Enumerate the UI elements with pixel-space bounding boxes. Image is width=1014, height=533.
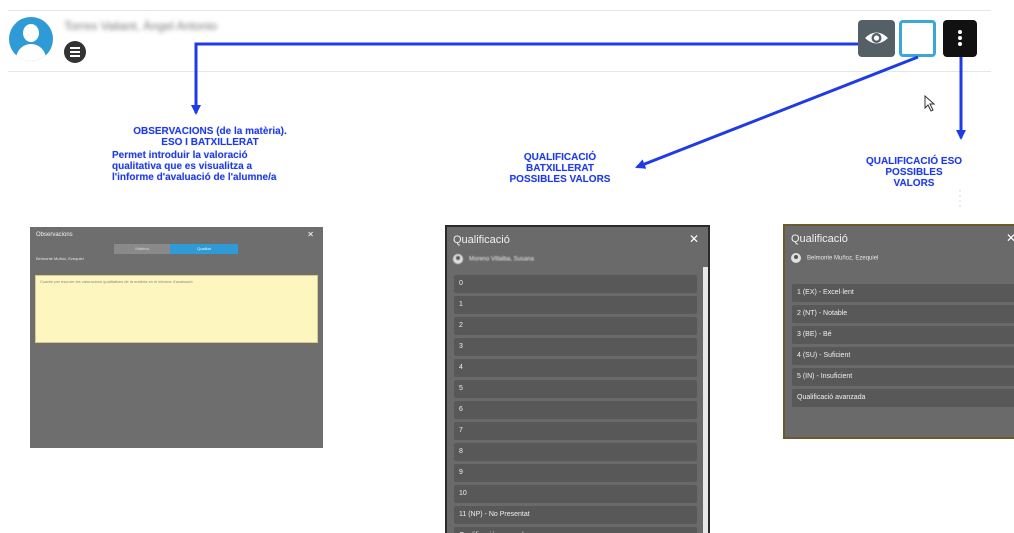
eso-student-name: Belmonte Muñoz, Ezequiel (807, 255, 879, 262)
batxillerat-qualification-dialog: Qualificació ✕ Moreno Villalba, Susana 0… (445, 225, 710, 533)
qualification-option[interactable]: 2 (454, 317, 697, 335)
user-icon (791, 253, 801, 263)
eso-qualification-dialog: Qualificació ✕ Belmonte Muñoz, Ezequiel … (783, 224, 1014, 439)
arrow-observacions (191, 42, 858, 115)
qualification-option[interactable]: 0 (454, 275, 697, 293)
qualification-option[interactable]: 10 (454, 485, 697, 503)
qualification-option[interactable]: 1 (EX) - Excel·lent (792, 284, 1014, 302)
close-icon[interactable]: ✕ (307, 230, 314, 239)
mouse-cursor-icon (924, 94, 936, 112)
qualification-option[interactable]: 9 (454, 464, 697, 482)
qualification-option[interactable]: 3 (454, 338, 697, 356)
close-icon[interactable]: ✕ (689, 232, 699, 246)
batxillerat-options-list: 0 1 2 3 4 5 6 7 8 9 10 11 (NP) - No Presentat Qualif… (454, 275, 697, 533)
qualification-option[interactable]: 8 (454, 443, 697, 461)
eso-student: Belmonte Muñoz, Ezequiel (791, 253, 878, 263)
annotation-eso: QUALIFICACIÓ ESO POSSIBLES VALORS (865, 156, 963, 189)
observations-textarea[interactable]: Cuadre per escrure les valoracions quali… (35, 275, 318, 343)
qualification-option[interactable]: 5 (454, 380, 697, 398)
scrollbar[interactable] (703, 267, 708, 533)
qualification-option[interactable]: 6 (454, 401, 697, 419)
tab-qualitat[interactable]: Qualitat (170, 244, 238, 254)
qualification-option[interactable]: 1 (454, 296, 697, 314)
tab-materia[interactable]: Matèria (114, 244, 170, 254)
qualification-option[interactable]: 11 (NP) - No Presentat (454, 506, 697, 524)
batxillerat-dialog-title: Qualificació (453, 234, 510, 246)
qualification-option[interactable]: Qualificació avanzada (454, 527, 697, 533)
close-icon[interactable]: ✕ (1006, 231, 1014, 245)
qualification-option[interactable]: Qualificació avanzada (792, 389, 1014, 407)
qualification-option[interactable]: 7 (454, 422, 697, 440)
annotation-observacions-description: Permet introduir la valoració qualitativ… (112, 150, 277, 183)
user-icon (453, 254, 463, 264)
observacions-student-name: Belmonte Muñoz, Ezequiel (36, 256, 84, 261)
qualification-option[interactable]: 2 (NT) - Notable (792, 305, 1014, 323)
qualification-option[interactable]: 5 (IN) - Insuficient (792, 368, 1014, 386)
eso-options-list: 1 (EX) - Excel·lent 2 (NT) - Notable 3 (BE… (792, 284, 1014, 410)
screenshot-stage: Torres Valiant, Àngel Antonio OBSERVACIO… (0, 0, 1014, 533)
qualification-option[interactable]: 3 (BE) - Bé (792, 326, 1014, 344)
eso-dialog-title: Qualificació (791, 233, 848, 245)
annotation-batxillerat: QUALIFICACIÓ BATXILLERAT POSSIBLES VALOR… (509, 152, 611, 185)
batxillerat-student: Moreno Villalba, Susana (453, 254, 534, 264)
annotation-observacions-title: OBSERVACIONS (de la matèria). ESO I BATX… (133, 126, 287, 148)
arrow-batxillerat (635, 55, 919, 169)
batxillerat-student-name: Moreno Villalba, Susana (469, 256, 534, 263)
qualification-option[interactable]: 4 (SU) - Suficient (792, 347, 1014, 365)
observacions-title: Observacions (36, 232, 73, 238)
observacions-dialog: Observacions ✕ Matèria Qualitat Belmonte… (30, 227, 323, 448)
qualification-option[interactable]: 4 (454, 359, 697, 377)
